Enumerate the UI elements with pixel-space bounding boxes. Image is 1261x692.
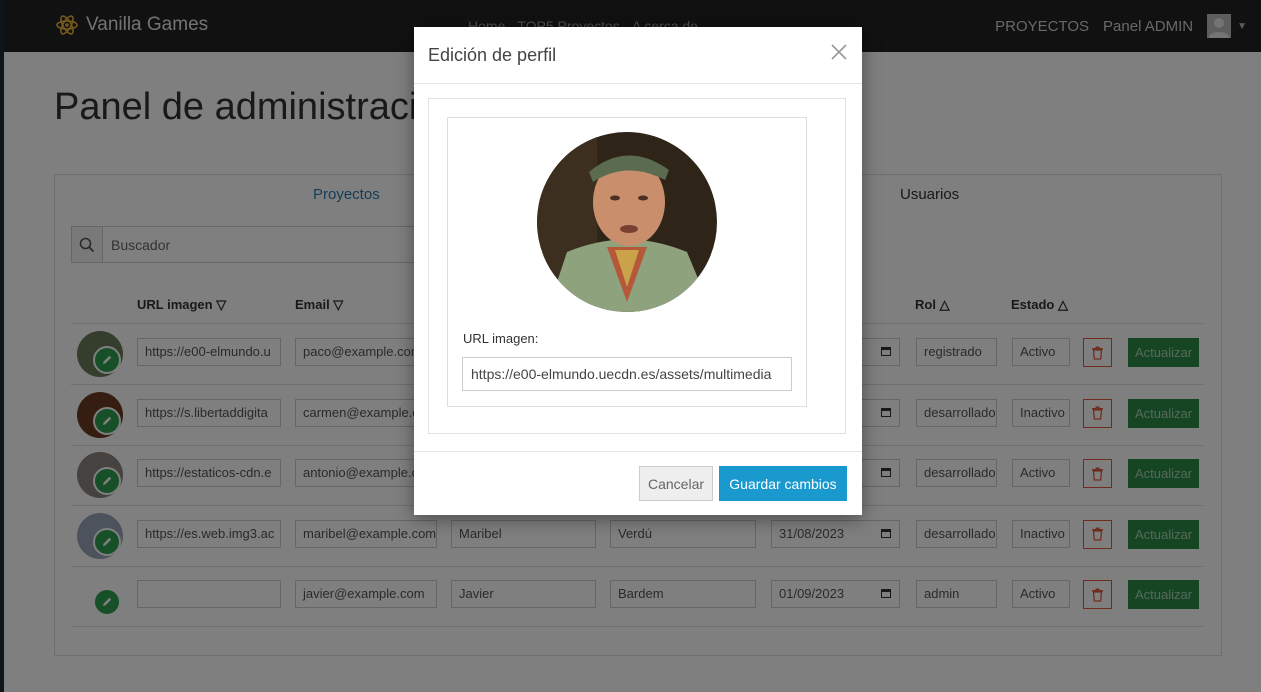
edit-profile-modal: Edición de perfil URL imagen: https://e0…: [414, 27, 862, 515]
modal-body: URL imagen: https://e00-elmundo.uecdn.es…: [428, 98, 846, 434]
profile-photo: [537, 132, 717, 312]
modal-footer-divider: [414, 451, 862, 452]
save-changes-button[interactable]: Guardar cambios: [719, 466, 847, 501]
modal-title: Edición de perfil: [428, 45, 557, 65]
profile-card: URL imagen: https://e00-elmundo.uecdn.es…: [447, 117, 807, 407]
url-image-label: URL imagen:: [463, 331, 539, 346]
close-icon[interactable]: [830, 43, 848, 61]
cancel-button[interactable]: Cancelar: [639, 466, 713, 501]
url-image-input[interactable]: https://e00-elmundo.uecdn.es/assets/mult…: [462, 357, 792, 391]
modal-header: Edición de perfil: [414, 27, 862, 84]
